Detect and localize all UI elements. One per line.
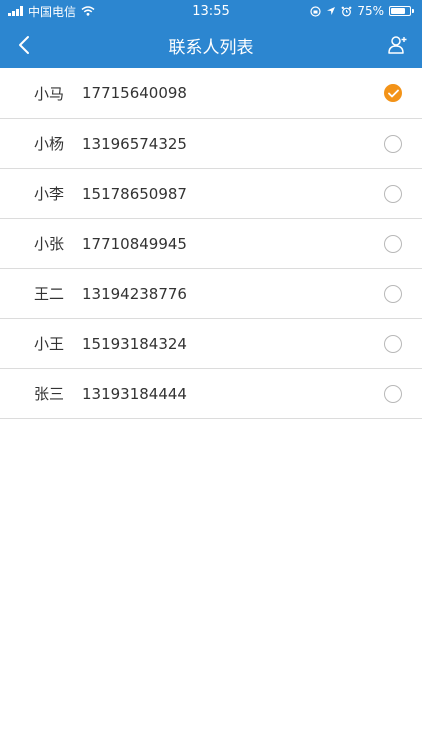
nav-bar: 联系人列表 bbox=[0, 22, 422, 68]
contact-phone: 13194238776 bbox=[82, 284, 187, 303]
rotation-lock-icon bbox=[310, 5, 321, 17]
back-button[interactable] bbox=[10, 31, 38, 59]
contact-row[interactable]: 小马 17715640098 bbox=[0, 68, 422, 119]
chevron-left-icon bbox=[19, 36, 29, 54]
page-title: 联系人列表 bbox=[168, 37, 254, 58]
add-contact-icon bbox=[388, 36, 407, 54]
contact-row[interactable]: 小李 15178650987 bbox=[0, 169, 422, 219]
contact-row[interactable]: 小王 15193184324 bbox=[0, 319, 422, 369]
location-icon bbox=[327, 7, 336, 15]
status-left: 中国电信 bbox=[8, 3, 95, 20]
contact-checkbox[interactable] bbox=[384, 284, 402, 303]
contact-checkbox[interactable] bbox=[384, 384, 402, 403]
contact-name: 小李 bbox=[34, 185, 65, 203]
contact-row[interactable]: 小张 17710849945 bbox=[0, 219, 422, 269]
contact-row[interactable]: 张三 13193184444 bbox=[0, 369, 422, 419]
status-right: 75% bbox=[310, 4, 414, 18]
contact-name: 小张 bbox=[34, 235, 65, 253]
alarm-icon bbox=[341, 6, 352, 16]
checkmark-icon bbox=[387, 89, 399, 97]
contact-name: 小王 bbox=[34, 335, 65, 353]
contact-row[interactable]: 小杨 13196574325 bbox=[0, 119, 422, 169]
contact-name: 小马 bbox=[34, 84, 65, 103]
contact-phone: 15178650987 bbox=[82, 184, 187, 203]
contact-name: 王二 bbox=[34, 285, 65, 303]
contact-phone: 17715640098 bbox=[82, 84, 187, 102]
contact-phone: 13196574325 bbox=[82, 134, 187, 153]
contact-name: 小杨 bbox=[34, 135, 65, 153]
contact-phone: 13193184444 bbox=[82, 384, 187, 403]
contact-list: 小马 17715640098 小杨 13196574325 小李 1517865… bbox=[0, 68, 422, 419]
contact-phone: 15193184324 bbox=[82, 334, 187, 353]
contact-checkbox[interactable] bbox=[384, 134, 402, 153]
contact-phone: 17710849945 bbox=[82, 234, 187, 253]
status-bar: 中国电信 13:55 75% bbox=[0, 0, 422, 22]
contact-checkbox[interactable] bbox=[384, 184, 402, 203]
carrier-label: 中国电信 bbox=[28, 4, 77, 19]
contact-row[interactable]: 王二 13194238776 bbox=[0, 269, 422, 319]
contact-name: 张三 bbox=[34, 385, 65, 403]
battery-percent: 75% bbox=[357, 4, 384, 18]
contact-checkbox[interactable] bbox=[384, 234, 402, 253]
contact-checkbox[interactable] bbox=[384, 334, 402, 353]
wifi-icon bbox=[81, 6, 95, 16]
add-contact-button[interactable] bbox=[384, 31, 412, 59]
signal-icon bbox=[8, 6, 23, 16]
contact-checkbox[interactable] bbox=[384, 84, 402, 102]
battery-icon bbox=[389, 6, 414, 16]
